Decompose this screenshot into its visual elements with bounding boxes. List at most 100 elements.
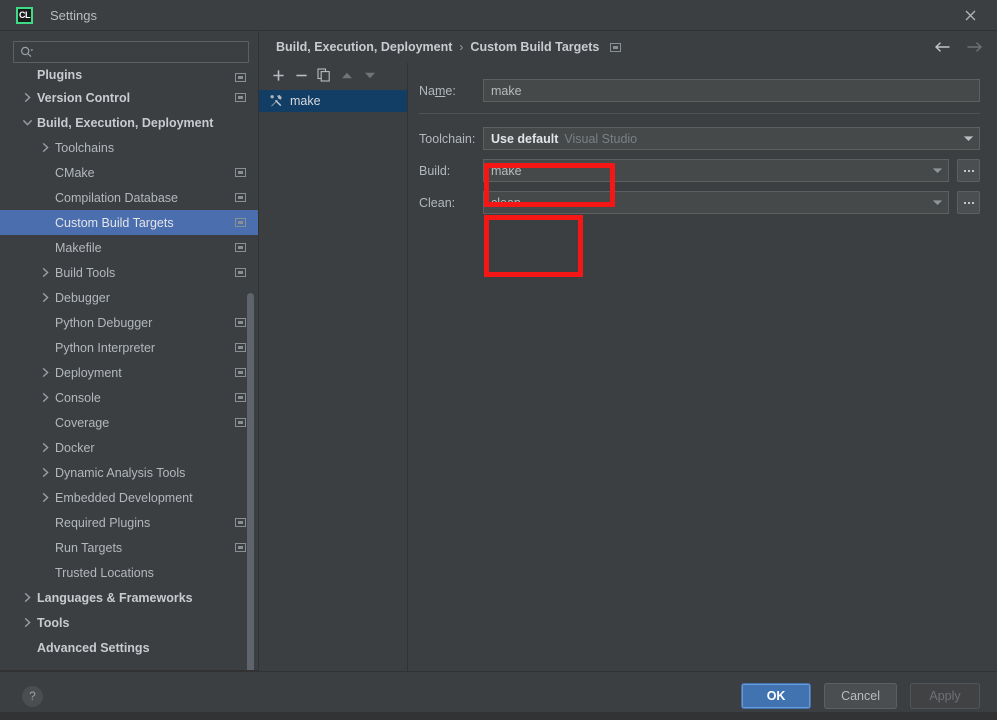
build-row: Build: make bbox=[419, 159, 980, 182]
name-input[interactable]: make bbox=[483, 79, 980, 102]
hammer-wrench-glyph bbox=[270, 95, 282, 107]
breadcrumb-separator: › bbox=[459, 40, 464, 54]
sidebar-item-label: Docker bbox=[55, 440, 95, 455]
sidebar-item-compilation-database[interactable]: Compilation Database bbox=[0, 185, 258, 210]
help-label: ? bbox=[29, 689, 36, 703]
sidebar-item-tools[interactable]: Tools bbox=[0, 610, 258, 635]
targets-toolbar bbox=[259, 63, 407, 87]
cancel-label: Cancel bbox=[841, 689, 880, 703]
sidebar-item-makefile[interactable]: Makefile bbox=[0, 235, 258, 260]
toolchain-select[interactable]: Use default Visual Studio bbox=[483, 127, 980, 150]
targets-panel: make bbox=[259, 63, 408, 671]
sidebar-item-plugins[interactable]: Plugins bbox=[0, 69, 258, 85]
search-box[interactable] bbox=[13, 41, 249, 63]
chevron-right-icon[interactable] bbox=[40, 367, 51, 378]
clean-browse-button[interactable] bbox=[957, 191, 980, 214]
sidebar-item-languages-frameworks[interactable]: Languages & Frameworks bbox=[0, 585, 258, 610]
chevron-right-icon[interactable] bbox=[40, 392, 51, 403]
sidebar-item-embedded-development[interactable]: Embedded Development bbox=[0, 485, 258, 510]
chevron-right-icon[interactable] bbox=[40, 442, 51, 453]
settings-tree-list: Plugins Version Control Build, Execution, … bbox=[0, 69, 258, 660]
sidebar-item-trusted-locations[interactable]: Trusted Locations bbox=[0, 560, 258, 585]
window-title: Settings bbox=[50, 7, 97, 23]
project-settings-badge-icon bbox=[235, 243, 246, 252]
footer-strip bbox=[0, 712, 997, 720]
sidebar-item-build-tools[interactable]: Build Tools bbox=[0, 260, 258, 285]
list-item[interactable]: make bbox=[259, 90, 407, 112]
clion-logo-icon: CL bbox=[16, 6, 33, 24]
ok-button[interactable]: OK bbox=[741, 683, 812, 709]
breadcrumb: Build, Execution, Deployment › Custom Bu… bbox=[259, 31, 997, 63]
build-browse-button[interactable] bbox=[957, 159, 980, 182]
sidebar-item-custom-build-targets[interactable]: Custom Build Targets bbox=[0, 210, 258, 235]
dialog-body: Plugins Version Control Build, Execution, … bbox=[0, 31, 997, 701]
name-label-post: e: bbox=[445, 83, 456, 98]
close-icon[interactable] bbox=[959, 4, 981, 26]
breadcrumb-parent[interactable]: Build, Execution, Deployment bbox=[276, 40, 452, 54]
sidebar-scrollbar-thumb[interactable] bbox=[247, 293, 254, 701]
chevron-right-icon[interactable] bbox=[40, 142, 51, 153]
chevron-down-icon bbox=[957, 128, 979, 149]
sidebar-item-docker[interactable]: Docker bbox=[0, 435, 258, 460]
sidebar-item-deployment[interactable]: Deployment bbox=[0, 360, 258, 385]
dialog-footer: ? OK Cancel Apply bbox=[0, 671, 997, 720]
sidebar-item-advanced-settings[interactable]: Advanced Settings bbox=[0, 635, 258, 660]
sidebar-item-run-targets[interactable]: Run Targets bbox=[0, 535, 258, 560]
sidebar-item-version-control[interactable]: Version Control bbox=[0, 85, 258, 110]
sidebar-item-console[interactable]: Console bbox=[0, 385, 258, 410]
chevron-down-icon[interactable] bbox=[22, 117, 33, 128]
sidebar-item-python-interpreter[interactable]: Python Interpreter bbox=[0, 335, 258, 360]
chevron-right-icon[interactable] bbox=[40, 492, 51, 503]
breadcrumb-current: Custom Build Targets bbox=[470, 40, 600, 54]
chevron-down-glyph bbox=[932, 200, 942, 205]
search-icon bbox=[20, 46, 34, 58]
sidebar-item-label: Coverage bbox=[55, 415, 110, 430]
settings-dialog: CL Settings Plugins Version Control Buil… bbox=[0, 0, 997, 720]
close-glyph bbox=[965, 10, 975, 20]
sidebar-item-label: CMake bbox=[55, 165, 95, 180]
back-arrow-icon[interactable] bbox=[933, 38, 951, 56]
project-settings-badge-icon bbox=[235, 72, 246, 82]
plus-icon bbox=[272, 69, 284, 81]
sidebar-item-dynamic-analysis-tools[interactable]: Dynamic Analysis Tools bbox=[0, 460, 258, 485]
clean-value: clean bbox=[491, 195, 521, 210]
sidebar-item-debugger[interactable]: Debugger bbox=[0, 285, 258, 310]
project-settings-badge-icon bbox=[235, 368, 246, 377]
search-container bbox=[0, 31, 258, 69]
project-settings-badge-icon bbox=[235, 93, 246, 102]
form-divider bbox=[419, 113, 980, 114]
help-button[interactable]: ? bbox=[22, 685, 43, 707]
chevron-right-icon[interactable] bbox=[22, 92, 33, 103]
sidebar-item-cmake[interactable]: CMake bbox=[0, 160, 258, 185]
sidebar-item-label: Makefile bbox=[55, 240, 102, 255]
clean-select[interactable]: clean bbox=[483, 191, 949, 214]
copy-target-button[interactable] bbox=[314, 65, 334, 85]
sidebar-item-toolchains[interactable]: Toolchains bbox=[0, 135, 258, 160]
chevron-right-icon[interactable] bbox=[22, 592, 33, 603]
project-settings-badge-icon bbox=[610, 42, 622, 52]
chevron-down-icon bbox=[926, 192, 948, 213]
copy-icon bbox=[317, 68, 330, 82]
add-target-button[interactable] bbox=[268, 65, 288, 85]
move-up-button bbox=[337, 65, 357, 85]
sidebar-item-label: Python Interpreter bbox=[55, 340, 156, 355]
chevron-right-glyph bbox=[42, 142, 49, 153]
sidebar-item-coverage[interactable]: Coverage bbox=[0, 410, 258, 435]
sidebar-item-python-debugger[interactable]: Python Debugger bbox=[0, 310, 258, 335]
toolchain-value: Use default bbox=[491, 131, 559, 146]
chevron-down-glyph bbox=[932, 168, 942, 173]
chevron-right-icon[interactable] bbox=[40, 467, 51, 478]
sidebar-item-build-execution-deployment[interactable]: Build, Execution, Deployment bbox=[0, 110, 258, 135]
chevron-right-glyph bbox=[42, 367, 49, 378]
chevron-right-icon[interactable] bbox=[22, 617, 33, 628]
project-settings-badge-icon bbox=[235, 343, 246, 352]
cancel-button[interactable]: Cancel bbox=[824, 683, 897, 709]
chevron-right-icon[interactable] bbox=[40, 267, 51, 278]
remove-target-button[interactable] bbox=[291, 65, 311, 85]
sidebar-item-required-plugins[interactable]: Required Plugins bbox=[0, 510, 258, 535]
apply-button: Apply bbox=[910, 683, 980, 709]
chevron-right-icon[interactable] bbox=[40, 292, 51, 303]
build-select[interactable]: make bbox=[483, 159, 949, 182]
search-input[interactable] bbox=[37, 45, 242, 59]
footer-buttons: OK Cancel Apply bbox=[741, 683, 980, 709]
